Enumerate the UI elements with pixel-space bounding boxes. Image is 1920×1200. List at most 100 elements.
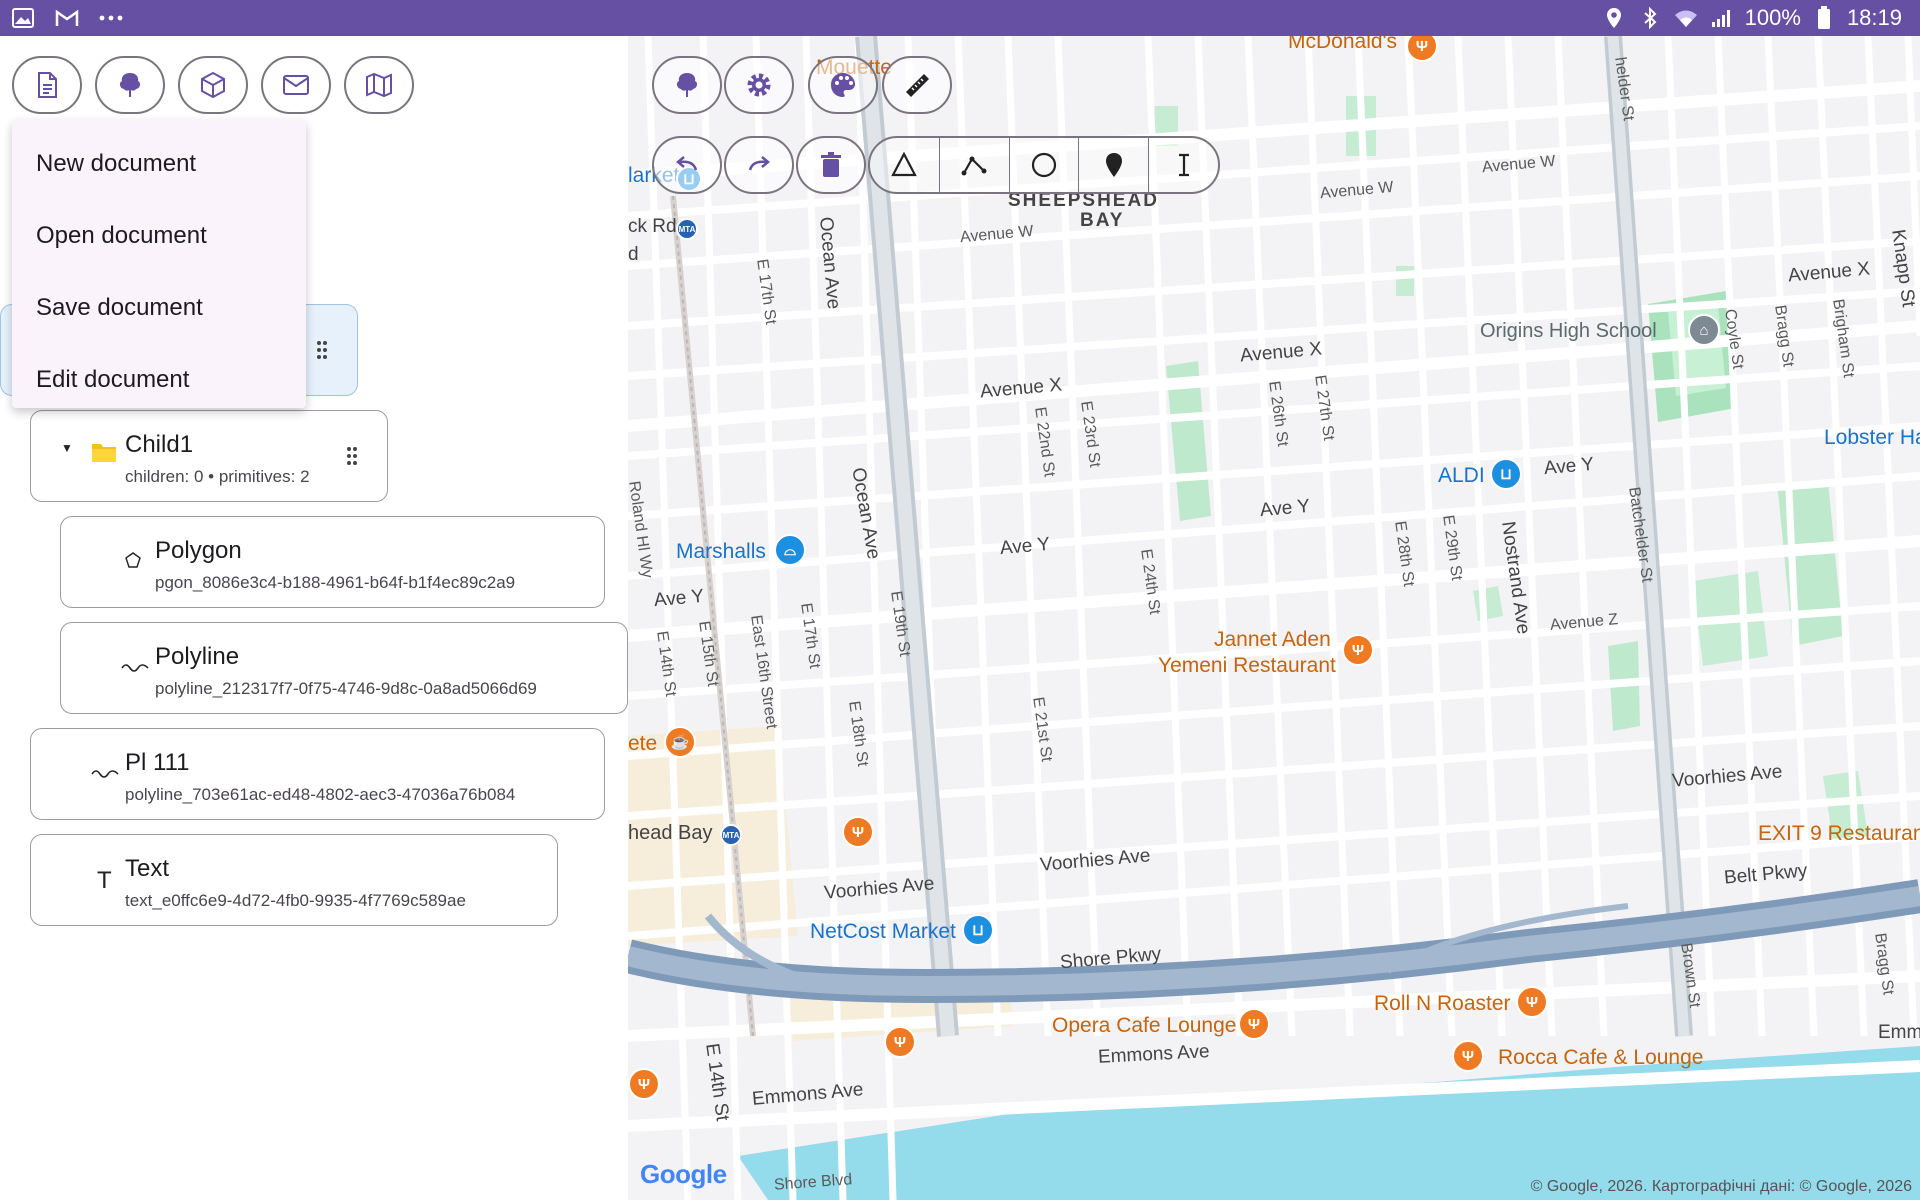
- circle-tool[interactable]: [1010, 138, 1080, 192]
- street-label: Ave Y: [1259, 495, 1311, 522]
- poi-label[interactable]: ete: [628, 732, 657, 756]
- poi-label[interactable]: Jannet Aden: [1214, 628, 1331, 652]
- folder-icon: [91, 441, 117, 469]
- restaurant-pin-icon[interactable]: Ψ: [842, 816, 874, 848]
- polygon-tool[interactable]: [870, 138, 940, 192]
- map-settings-button[interactable]: [724, 56, 794, 114]
- google-logo: Google: [640, 1159, 727, 1190]
- expand-arrow-icon[interactable]: ▼: [61, 441, 73, 455]
- node-name: Child1: [125, 431, 194, 458]
- palette-icon: [831, 73, 855, 97]
- tree-node-polyline[interactable]: Polyline polyline_212317f7-0f75-4746-9d8…: [60, 622, 628, 714]
- marker-tool-icon: [1105, 153, 1122, 177]
- shopping-cart-pin-icon[interactable]: ⊔: [962, 914, 994, 946]
- layers-panel: New document Open document Save document…: [0, 36, 628, 1200]
- school-pin-icon[interactable]: ⌂: [1688, 314, 1720, 346]
- battery-icon: [1811, 5, 1837, 31]
- map-tree-button[interactable]: [652, 56, 722, 114]
- subway-icon: MTA: [676, 218, 698, 240]
- menu-item-save-document[interactable]: Save document: [12, 272, 306, 344]
- poi-label[interactable]: Roll N Roaster: [1374, 992, 1511, 1016]
- shopping-cart-pin-icon[interactable]: ⊔: [1490, 458, 1522, 490]
- map-ruler-button[interactable]: [882, 56, 952, 114]
- subway-icon: MTA: [720, 824, 742, 846]
- tree-node-text[interactable]: T Text text_e0ffc6e9-4d72-4fb0-9935-4f77…: [30, 834, 558, 926]
- poi-label[interactable]: EXIT 9 Restaurant: [1758, 822, 1920, 846]
- menu-item-new-document[interactable]: New document: [12, 128, 306, 200]
- shopping-bag-pin-icon[interactable]: ⌓: [774, 534, 806, 566]
- poi-label[interactable]: McDonald's: [1288, 36, 1397, 54]
- restaurant-pin-icon[interactable]: Ψ: [1516, 986, 1548, 1018]
- text-icon: T: [97, 867, 112, 894]
- node-name: Text: [125, 855, 170, 882]
- node-id: polyline_703e61ac-ed48-4802-aec3-47036a7…: [125, 785, 516, 804]
- settings-icon: [747, 73, 771, 97]
- tree-node-polygon[interactable]: Polygon pgon_8086e3c4-b188-4961-b64f-b1f…: [60, 516, 605, 608]
- main-toolbar: [12, 56, 414, 114]
- node-meta: children: 0 • primitives: 2: [125, 467, 310, 486]
- area-label: BAY: [1080, 210, 1125, 231]
- gallery-icon: [10, 5, 36, 31]
- tree-node-pl111[interactable]: Pl 111 polyline_703e61ac-ed48-4802-aec3-…: [30, 728, 605, 820]
- restaurant-pin-icon[interactable]: Ψ: [1238, 1008, 1270, 1040]
- gmail-icon: [54, 5, 80, 31]
- tree-icon: [676, 73, 698, 97]
- street-label: Emmo: [1878, 1022, 1920, 1043]
- drag-handle-icon[interactable]: [317, 341, 329, 361]
- cafe-pin-icon[interactable]: ☕: [664, 726, 696, 758]
- polyline-icon: [91, 763, 119, 786]
- drag-handle-icon[interactable]: [347, 447, 359, 467]
- circle-tool-icon: [1031, 152, 1057, 178]
- map-icon: [366, 72, 392, 98]
- undo-icon: [676, 156, 698, 171]
- poi-label[interactable]: Rocca Cafe & Lounge: [1498, 1046, 1703, 1070]
- status-bar: 100% 18:19: [0, 0, 1920, 36]
- restaurant-pin-icon[interactable]: Ψ: [628, 1068, 660, 1100]
- street-label: Ave Y: [1543, 453, 1595, 480]
- street-label: Ave Y: [653, 585, 705, 612]
- document-icon: [38, 72, 57, 98]
- clock: 18:19: [1846, 5, 1902, 30]
- ruler-icon: [906, 74, 929, 97]
- poi-label[interactable]: head Bay: [628, 822, 713, 845]
- poi-label[interactable]: Marshalls: [676, 540, 766, 564]
- location-icon: [1601, 5, 1627, 31]
- polygon-icon: [125, 551, 141, 574]
- map-delete-button[interactable]: [796, 136, 866, 194]
- poi-label[interactable]: Origins High School: [1480, 320, 1657, 343]
- text-tool[interactable]: [1149, 138, 1218, 192]
- node-name: Polygon: [155, 537, 242, 564]
- restaurant-pin-icon[interactable]: Ψ: [1342, 634, 1374, 666]
- poi-label[interactable]: NetCost Market: [810, 920, 956, 944]
- map-palette-button[interactable]: [808, 56, 878, 114]
- map-undo-button[interactable]: [652, 136, 722, 194]
- node-name: Pl 111: [125, 749, 190, 776]
- tree-button[interactable]: [95, 56, 165, 114]
- polyline-tool-icon: [961, 156, 987, 176]
- file-menu: New document Open document Save document…: [12, 120, 306, 408]
- mail-button[interactable]: [261, 56, 331, 114]
- map-copyright: © Google, 2026. Картографічні дані: © Go…: [1530, 1178, 1912, 1195]
- polyline-tool[interactable]: [940, 138, 1010, 192]
- restaurant-pin-icon[interactable]: Ψ: [884, 1026, 916, 1058]
- polygon-tool-icon: [891, 151, 918, 177]
- document-button[interactable]: [12, 56, 82, 114]
- mail-icon: [283, 75, 309, 95]
- poi-label[interactable]: ALDI: [1438, 464, 1485, 488]
- delete-icon: [821, 152, 841, 177]
- redo-icon: [748, 156, 770, 171]
- map-redo-button[interactable]: [724, 136, 794, 194]
- street-label: ck Rd: [628, 216, 677, 237]
- poi-label[interactable]: Lobster Har: [1824, 426, 1920, 450]
- menu-item-open-document[interactable]: Open document: [12, 200, 306, 272]
- tree-node-child1[interactable]: ▼ Child1 children: 0 • primitives: 2: [30, 410, 388, 502]
- cube-button[interactable]: [178, 56, 248, 114]
- poi-label[interactable]: Yemeni Restaurant: [1158, 654, 1336, 678]
- signal-icon: [1709, 5, 1735, 31]
- restaurant-pin-icon[interactable]: Ψ: [1452, 1040, 1484, 1072]
- poi-label[interactable]: Opera Cafe Lounge: [1052, 1014, 1236, 1038]
- menu-item-edit-document[interactable]: Edit document: [12, 344, 306, 416]
- map-view[interactable]: SHEEPSHEAD BAY Avenue W Avenue W Avenue …: [628, 36, 1920, 1200]
- marker-tool[interactable]: [1079, 138, 1150, 192]
- map-button[interactable]: [344, 56, 414, 114]
